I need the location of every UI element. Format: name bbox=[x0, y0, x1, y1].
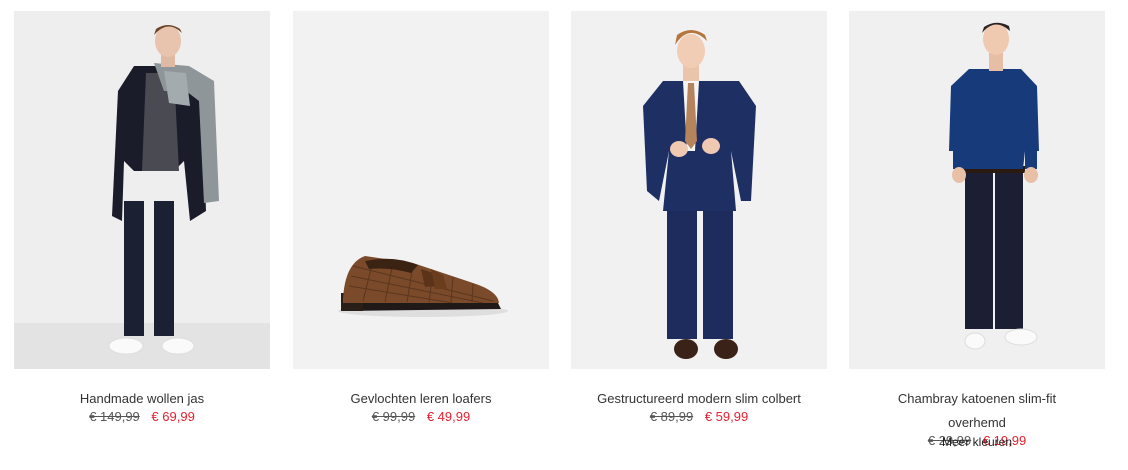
product-image-woven-loafers[interactable] bbox=[293, 11, 549, 369]
original-price: € 99,99 bbox=[371, 409, 416, 424]
sale-price: € 59,99 bbox=[704, 409, 749, 424]
product-prices: € 89,99 € 59,99 bbox=[571, 409, 827, 425]
product-info: Gevlochten leren loafers € 99,99 € 49,99 bbox=[293, 369, 549, 425]
product-card[interactable]: Gestructureerd modern slim colbert € 89,… bbox=[571, 11, 827, 466]
product-image-chambray-shirt[interactable] bbox=[849, 11, 1105, 369]
sale-price: € 69,99 bbox=[151, 409, 195, 424]
product-grid: Handmade wollen jas € 149,99 € 69,99 Gev… bbox=[0, 0, 1128, 470]
product-name[interactable]: Gestructureerd modern slim colbert bbox=[571, 387, 827, 411]
model-wool-coat-photo bbox=[14, 11, 270, 369]
product-image-slim-blazer[interactable] bbox=[571, 11, 827, 369]
product-info: Gestructureerd modern slim colbert € 89,… bbox=[571, 369, 827, 425]
model-shirt-photo bbox=[849, 11, 1105, 369]
product-card[interactable]: Gevlochten leren loafers € 99,99 € 49,99 bbox=[293, 11, 549, 466]
product-prices: € 149,99 € 69,99 bbox=[14, 409, 270, 425]
original-price: € 149,99 bbox=[89, 409, 140, 424]
model-suit-photo bbox=[571, 11, 827, 369]
product-card[interactable]: Chambray katoenen slim-fit overhemd € 29… bbox=[849, 11, 1105, 466]
woven-loafer-photo bbox=[293, 11, 549, 369]
product-image-wool-coat[interactable] bbox=[14, 11, 270, 369]
product-card[interactable]: Handmade wollen jas € 149,99 € 69,99 bbox=[14, 11, 270, 466]
product-name[interactable]: Handmade wollen jas bbox=[14, 387, 270, 411]
product-info: Handmade wollen jas € 149,99 € 69,99 bbox=[14, 369, 270, 425]
product-name[interactable]: Chambray katoenen slim-fit overhemd bbox=[849, 387, 1105, 435]
original-price: € 89,99 bbox=[649, 409, 694, 424]
product-name[interactable]: Gevlochten leren loafers bbox=[293, 387, 549, 411]
more-colors-link[interactable]: Meer kleuren bbox=[849, 435, 1105, 449]
product-prices: € 99,99 € 49,99 bbox=[293, 409, 549, 425]
sale-price: € 49,99 bbox=[426, 409, 471, 424]
